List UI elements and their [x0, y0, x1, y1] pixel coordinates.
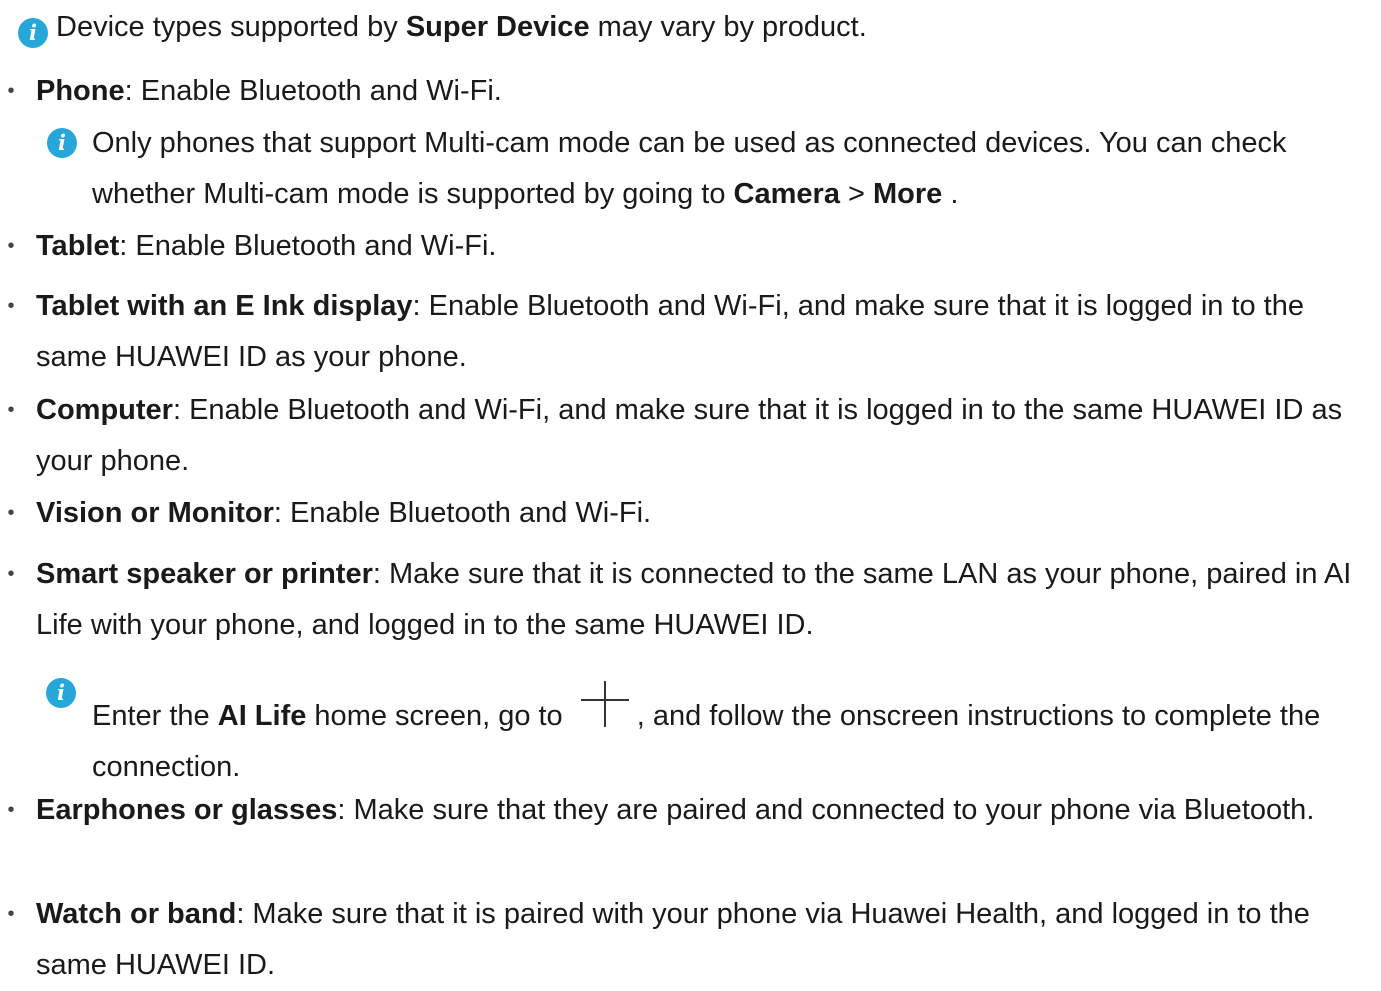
item-text: : Enable Bluetooth and Wi-Fi.: [119, 230, 497, 262]
camera-label: Camera: [733, 178, 840, 210]
speaker-note-text: Enter the: [92, 700, 218, 732]
bullet: •: [7, 235, 15, 257]
path-separator: >: [839, 178, 874, 210]
ai-life-label: AI Life: [217, 700, 307, 732]
phone-note-end: .: [942, 178, 959, 210]
item-term: Smart speaker or printer: [36, 558, 373, 590]
list-item-vision-monitor: • Vision or Monitor: Enable Bluetooth an…: [7, 488, 1376, 539]
item-text: : Enable Bluetooth and Wi-Fi.: [273, 497, 652, 529]
item-term: Tablet: [36, 230, 120, 262]
bullet: •: [7, 80, 15, 102]
info-icon: i: [46, 678, 76, 708]
speaker-note: Enter the AI Life home screen, go to , a…: [92, 681, 1377, 793]
info-icon: i: [47, 128, 77, 158]
item-term: Vision or Monitor: [36, 497, 274, 529]
document-page: i Device types supported by Super Device …: [0, 0, 1381, 981]
list-item-tablet-e-ink: • Tablet with an E Ink display: Enable B…: [7, 281, 1376, 383]
speaker-note-text-mid: home screen, go to: [306, 700, 571, 732]
top-note: i Device types supported by Super Device …: [18, 2, 867, 53]
item-term: Earphones or glasses: [36, 794, 338, 826]
item-term: Watch or band: [36, 898, 237, 930]
bullet: •: [7, 399, 15, 421]
item-text: : Enable Bluetooth and Wi-Fi.: [124, 75, 502, 107]
item-term: Phone: [36, 75, 125, 107]
bullet: •: [7, 799, 15, 821]
item-term: Tablet with an E Ink display: [36, 290, 413, 322]
top-note-text-end: may vary by product.: [589, 11, 867, 43]
list-item-phone: • Phone: Enable Bluetooth and Wi-Fi.: [7, 66, 1376, 117]
info-icon: i: [18, 18, 48, 48]
list-item-computer: • Computer: Enable Bluetooth and Wi-Fi, …: [7, 385, 1376, 487]
bullet: •: [7, 295, 15, 317]
phone-note-text: Only phones that support Multi-cam mode …: [92, 127, 1287, 210]
list-item-earphones-glasses: • Earphones or glasses: Make sure that t…: [7, 785, 1376, 836]
phone-note: i Only phones that support Multi-cam mod…: [47, 118, 1377, 220]
plus-icon: [577, 681, 633, 727]
list-item-tablet: • Tablet: Enable Bluetooth and Wi-Fi.: [7, 221, 1376, 272]
item-text: : Make sure that they are paired and con…: [337, 794, 1315, 826]
item-term: Computer: [36, 394, 173, 426]
list-item-speaker-printer: • Smart speaker or printer: Make sure th…: [7, 549, 1376, 651]
bullet: •: [7, 502, 15, 524]
bullet: •: [7, 563, 15, 585]
item-text: : Enable Bluetooth and Wi-Fi, and make s…: [36, 394, 1343, 477]
speaker-note-icon-wrap: i: [46, 662, 76, 708]
top-note-bold: Super Device: [405, 11, 590, 43]
list-item-watch-band: • Watch or band: Make sure that it is pa…: [7, 889, 1376, 991]
bullet: •: [7, 903, 15, 925]
more-label: More: [873, 178, 943, 210]
top-note-text: Device types supported by: [56, 11, 406, 43]
